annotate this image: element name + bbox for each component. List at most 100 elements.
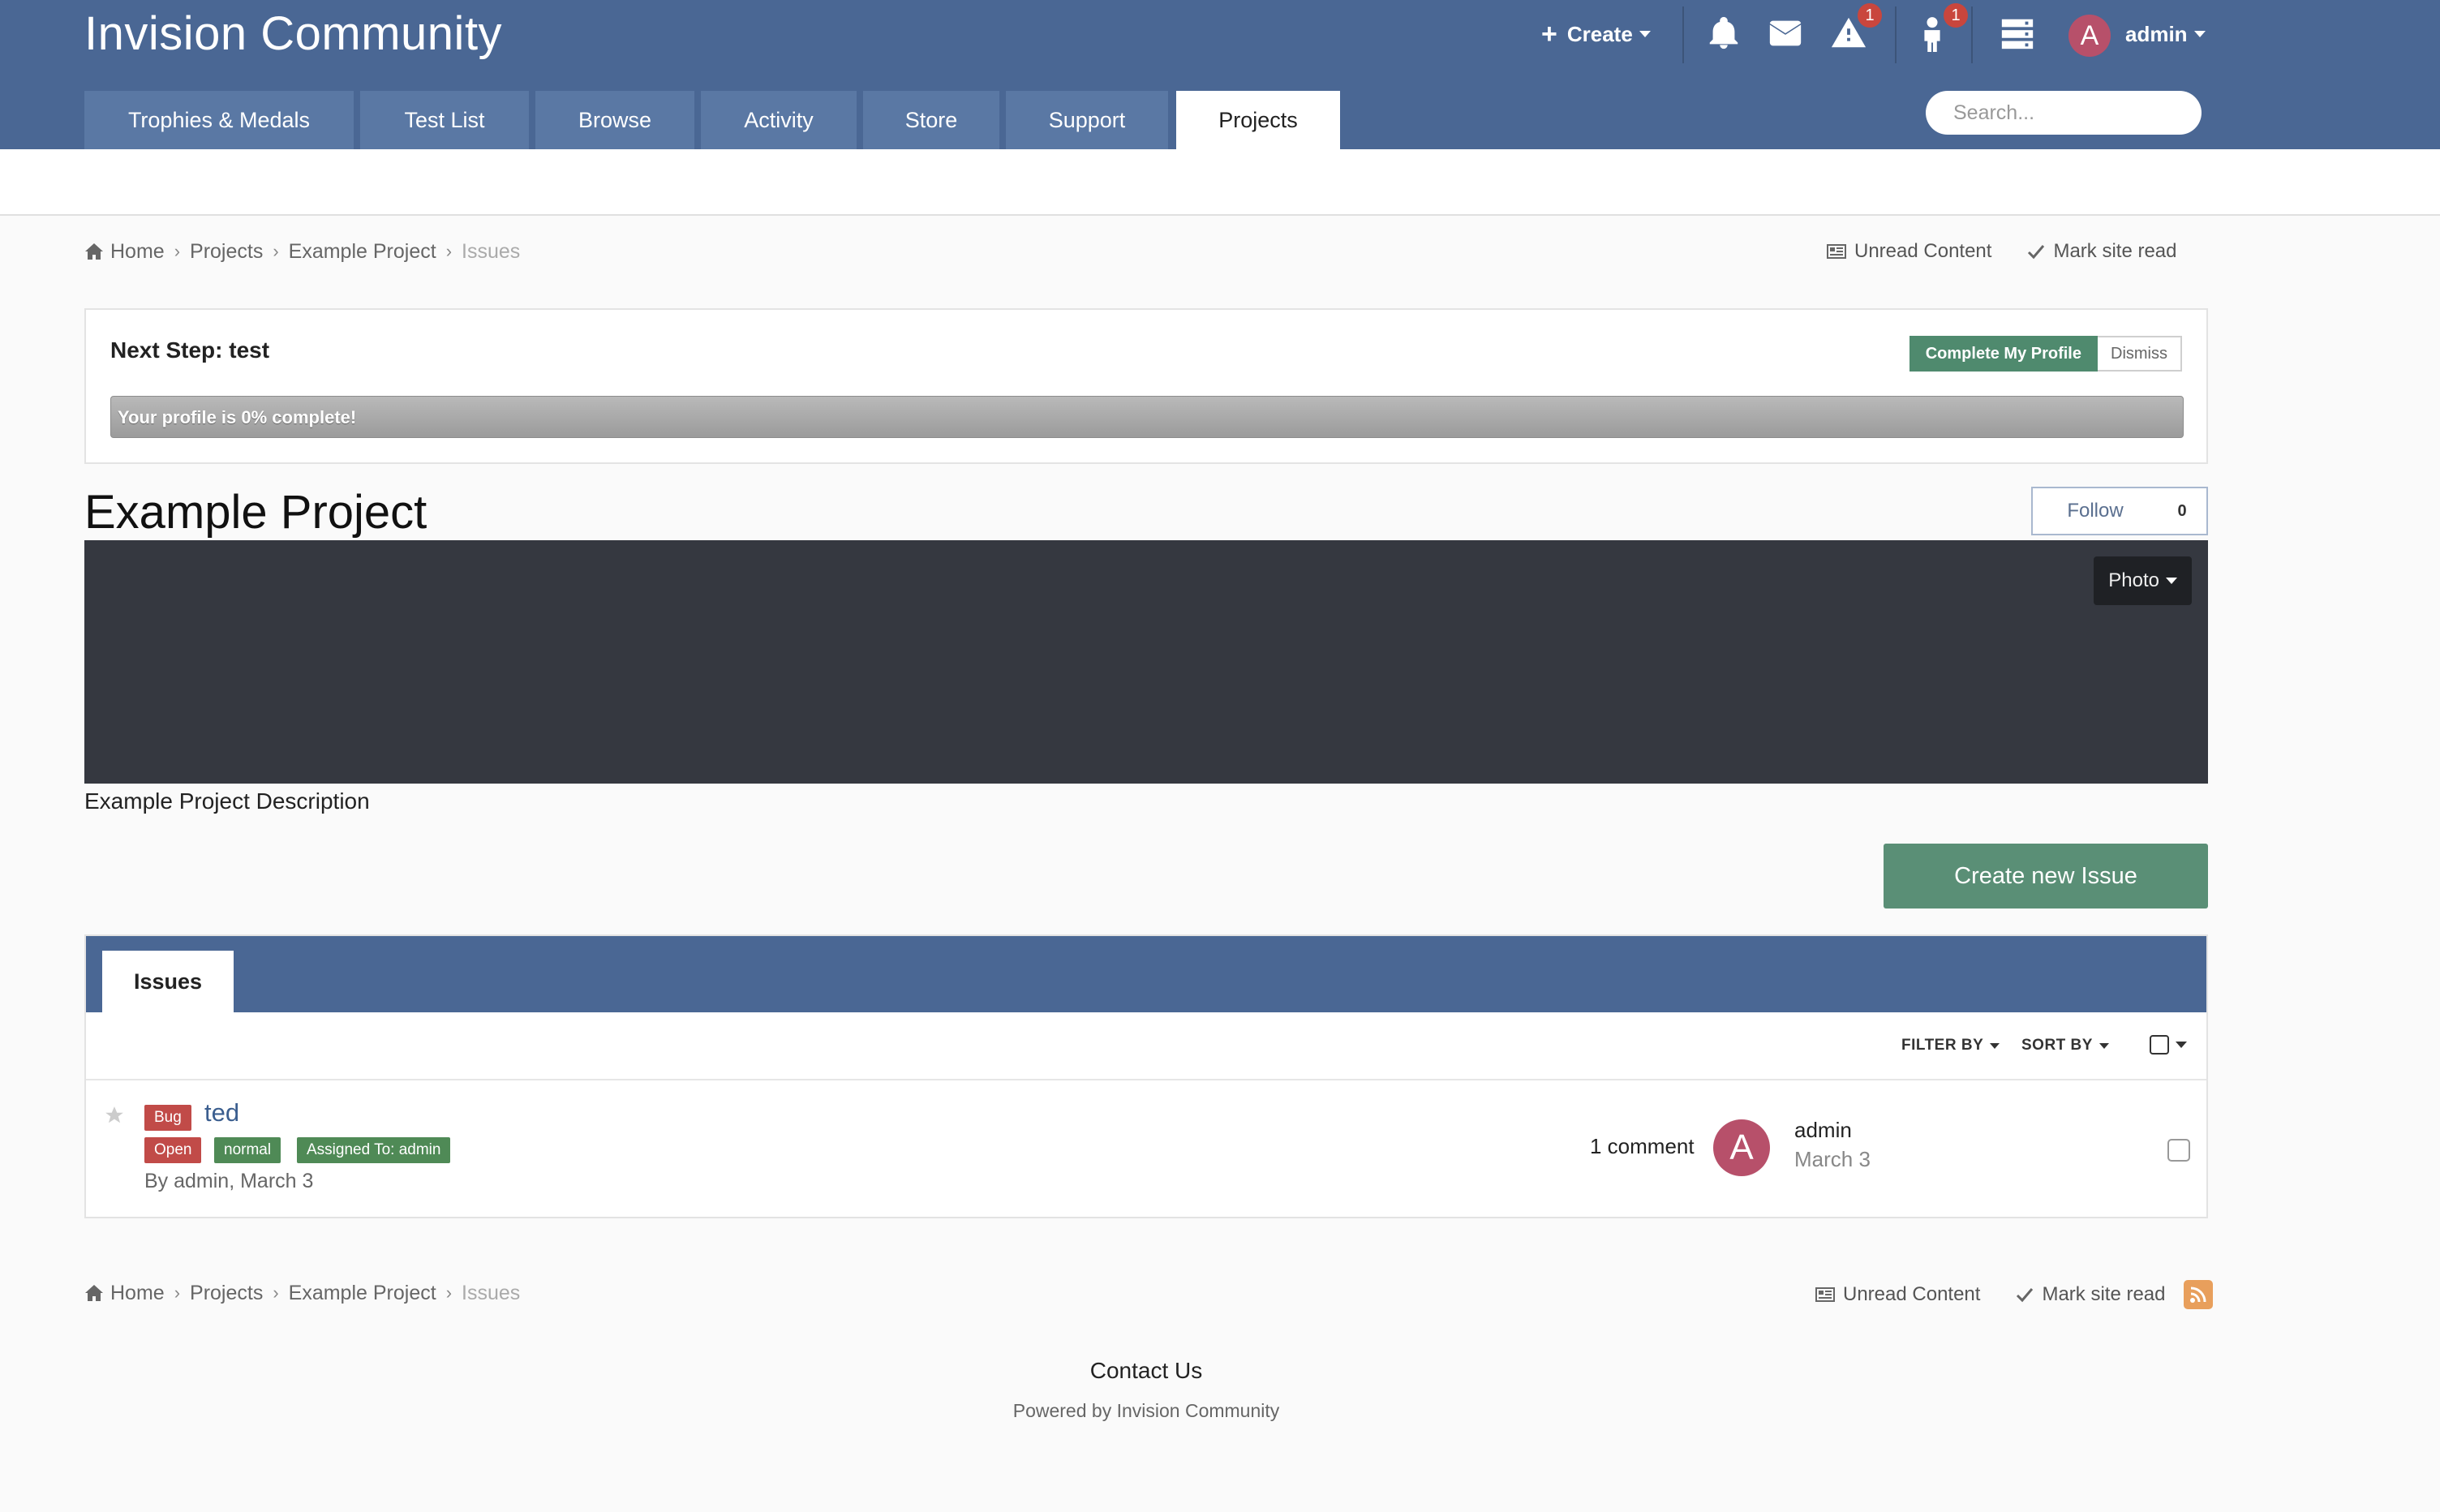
breadcrumb-projects[interactable]: Projects xyxy=(190,240,263,264)
issue-title-link[interactable]: ted xyxy=(204,1098,239,1128)
chevron-right-icon: › xyxy=(445,1282,453,1303)
utility-links: Unread Content Mark site read xyxy=(1827,237,2177,266)
caret-down-icon xyxy=(2166,578,2177,584)
avatar[interactable]: A xyxy=(1713,1119,1770,1176)
assignee-badge: Assigned To: admin xyxy=(297,1137,451,1163)
warnings-button[interactable]: 1 xyxy=(1916,3,1968,55)
envelope-icon xyxy=(1769,20,1802,46)
mark-site-read-link[interactable]: Mark site read xyxy=(2027,240,2177,263)
breadcrumb: Home › Projects › Example Project › Issu… xyxy=(84,1278,520,1308)
check-icon xyxy=(2017,1288,2034,1303)
caret-down-icon xyxy=(2193,31,2206,37)
server-icon xyxy=(2001,19,2034,49)
sort-by-label: SORT BY xyxy=(2021,1037,2093,1054)
utility-links: Unread Content Mark site read xyxy=(1815,1278,2213,1311)
sort-by-button[interactable]: SORT BY xyxy=(2021,1037,2109,1055)
reports-button[interactable]: 1 xyxy=(1830,3,1882,55)
nav-tab-browse[interactable]: Browse xyxy=(535,91,694,149)
profile-completion-box: Next Step: test Complete My Profile Dism… xyxy=(84,308,2208,464)
complete-profile-button[interactable]: Complete My Profile xyxy=(1909,336,2098,372)
photo-label: Photo xyxy=(2108,569,2159,591)
mark-site-read-link[interactable]: Mark site read xyxy=(2016,1283,2166,1306)
search-input[interactable] xyxy=(1953,101,2214,125)
profile-actions: Complete My Profile Dismiss xyxy=(1909,336,2182,372)
create-button[interactable]: + Create xyxy=(1541,18,1651,50)
issues-panel: Issues FILTER BY SORT BY Bug ted Open no… xyxy=(84,934,2208,1218)
follow-count: 0 xyxy=(2177,501,2187,520)
mark-site-read-label: Mark site read xyxy=(2053,240,2177,262)
mark-site-read-label: Mark site read xyxy=(2042,1283,2166,1305)
contact-us-link[interactable]: Contact Us xyxy=(0,1358,2292,1384)
avatar[interactable]: A xyxy=(2068,15,2111,57)
breadcrumb-issues: Issues xyxy=(462,239,521,263)
page-title: Example Project xyxy=(84,486,427,539)
nav-tab-trophies-medals[interactable]: Trophies & Medals xyxy=(84,91,354,149)
bell-icon xyxy=(1709,16,1738,49)
chevron-right-icon: › xyxy=(273,1282,279,1303)
status-badge: Open xyxy=(144,1137,202,1163)
search-box xyxy=(1926,91,2214,135)
issue-type-tag[interactable]: Bug xyxy=(144,1105,191,1131)
breadcrumb-example-project[interactable]: Example Project xyxy=(289,1282,436,1305)
messages-button[interactable] xyxy=(1767,15,1807,55)
profile-progress-bar: Your profile is 0% complete! xyxy=(110,396,2184,438)
issue-meta: By admin, March 3 xyxy=(144,1170,314,1192)
next-step-title: Next Step: test xyxy=(110,337,270,363)
user-name: admin xyxy=(2125,21,2188,46)
last-date: March 3 xyxy=(1794,1147,1871,1171)
nav-tab-store[interactable]: Store xyxy=(863,91,999,149)
checkbox-icon xyxy=(2150,1035,2169,1055)
filter-by-button[interactable]: FILTER BY xyxy=(1901,1037,2000,1055)
header-divider xyxy=(1971,6,1973,63)
breadcrumb-projects[interactable]: Projects xyxy=(190,1282,263,1305)
home-icon xyxy=(85,1285,103,1301)
notifications-button[interactable] xyxy=(1705,15,1746,55)
caret-down-icon xyxy=(1639,31,1651,37)
moderator-menu-button[interactable] xyxy=(1999,15,2039,55)
star-icon[interactable] xyxy=(104,1105,125,1126)
unread-content-label: Unread Content xyxy=(1843,1283,1981,1305)
caret-down-icon xyxy=(2098,1042,2109,1049)
chevron-right-icon: › xyxy=(174,241,181,261)
breadcrumb-issues: Issues xyxy=(462,1281,521,1304)
project-description: Example Project Description xyxy=(84,788,370,814)
breadcrumb-example-project[interactable]: Example Project xyxy=(289,240,436,264)
nav-tab-support[interactable]: Support xyxy=(1006,91,1168,149)
chevron-right-icon: › xyxy=(174,1282,181,1303)
newspaper-icon xyxy=(1827,244,1846,259)
create-issue-button[interactable]: Create new Issue xyxy=(1884,844,2208,908)
header-divider xyxy=(1895,6,1897,63)
powered-by[interactable]: Powered by Invision Community xyxy=(0,1400,2292,1422)
nav-tab-activity[interactable]: Activity xyxy=(701,91,857,149)
breadcrumb-home[interactable]: Home xyxy=(110,240,165,264)
header-divider xyxy=(1682,6,1684,63)
table-row[interactable]: Bug ted Open normal Assigned To: admin B… xyxy=(86,1080,2206,1217)
unread-content-link[interactable]: Unread Content xyxy=(1815,1283,1980,1306)
nav-tab-test-list[interactable]: Test List xyxy=(360,91,529,149)
photo-menu-button[interactable]: Photo xyxy=(2094,556,2192,605)
select-all-toggle[interactable] xyxy=(2150,1035,2187,1055)
plus-icon: + xyxy=(1541,18,1557,49)
breadcrumb-home[interactable]: Home xyxy=(110,1282,165,1305)
breadcrumb: Home › Projects › Example Project › Issu… xyxy=(84,237,520,266)
user-menu-button[interactable]: admin xyxy=(2125,18,2206,50)
site-logo[interactable]: Invision Community xyxy=(84,6,502,61)
follow-label: Follow xyxy=(2067,500,2124,522)
follow-button[interactable]: Follow 0 xyxy=(2031,487,2208,535)
unread-content-label: Unread Content xyxy=(1854,240,1992,262)
profile-progress-text: Your profile is 0% complete! xyxy=(118,407,357,427)
check-icon xyxy=(2028,245,2045,260)
comment-count: 1 comment xyxy=(1590,1134,1695,1158)
unread-content-link[interactable]: Unread Content xyxy=(1827,240,1991,263)
caret-down-icon xyxy=(2176,1042,2187,1048)
chevron-right-icon: › xyxy=(445,241,453,261)
dismiss-button[interactable]: Dismiss xyxy=(2098,336,2182,372)
site-header: Invision Community + Create 1 1 A admin … xyxy=(0,0,2440,149)
tab-issues[interactable]: Issues xyxy=(102,951,234,1012)
row-checkbox[interactable] xyxy=(2167,1139,2190,1162)
nav-tab-projects[interactable]: Projects xyxy=(1176,91,1340,149)
issues-toolbar: FILTER BY SORT BY xyxy=(86,1012,2206,1080)
user-warning-icon xyxy=(1924,17,1940,52)
last-author[interactable]: admin xyxy=(1794,1118,1852,1143)
rss-icon[interactable] xyxy=(2183,1280,2213,1309)
